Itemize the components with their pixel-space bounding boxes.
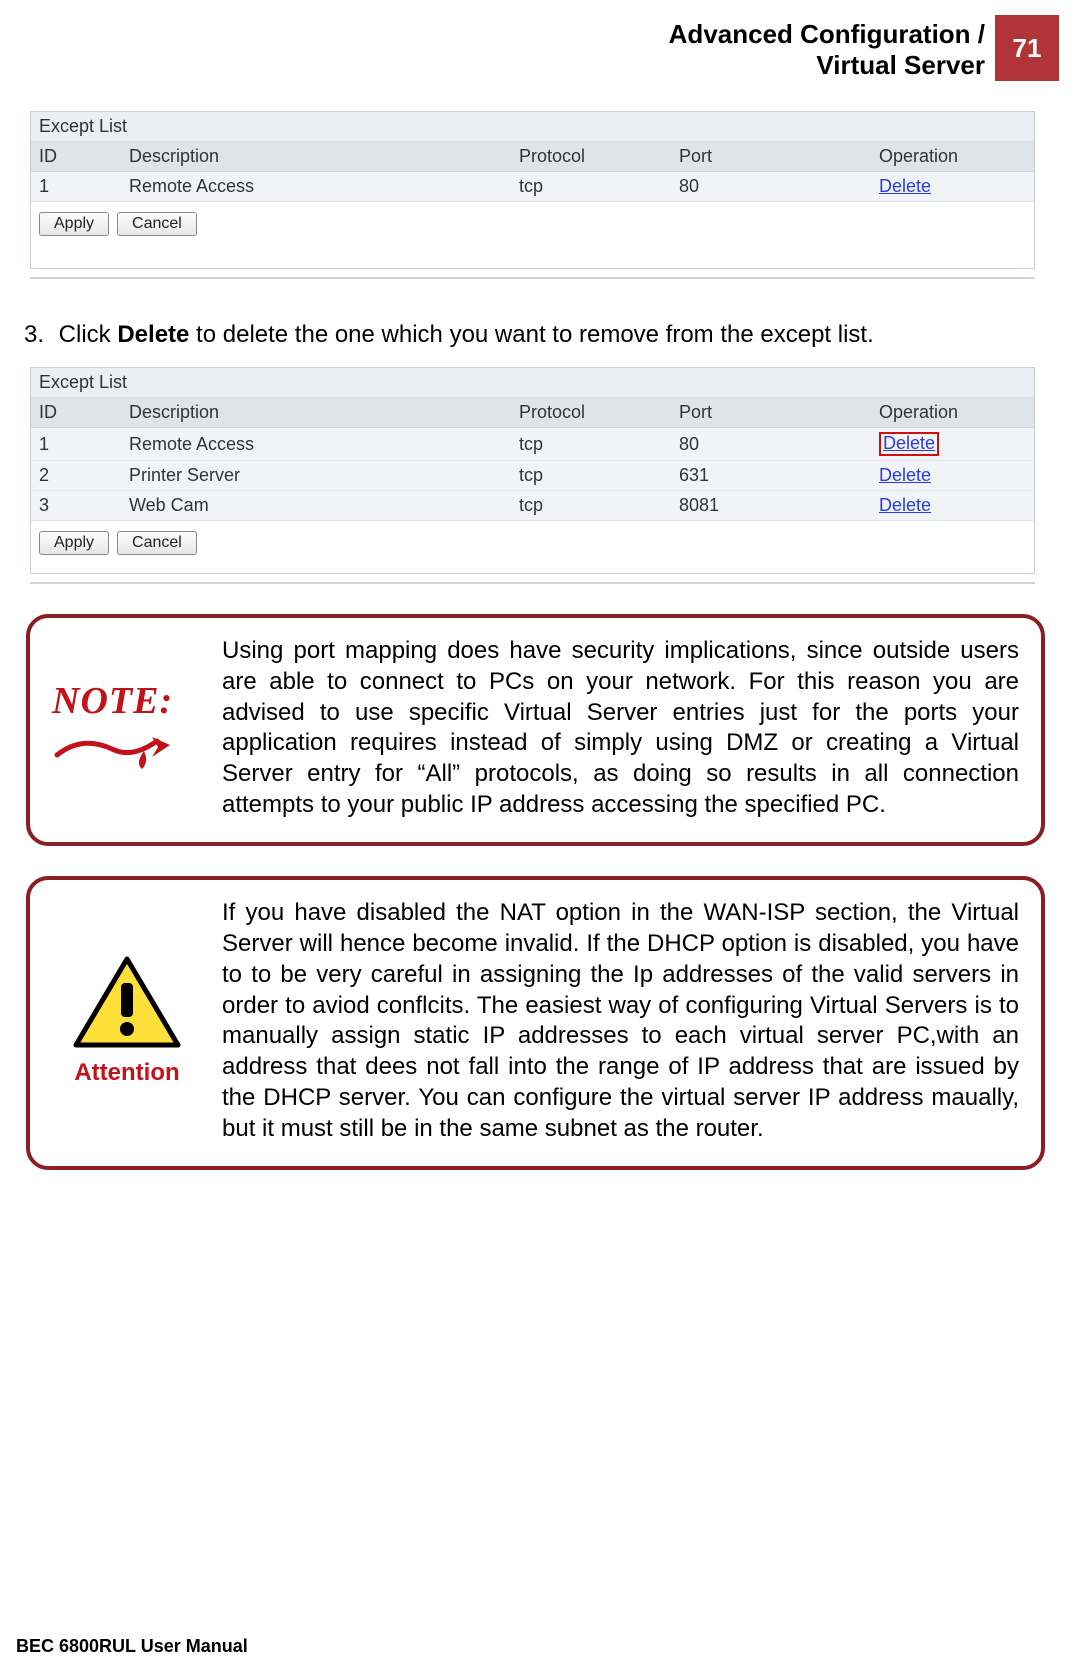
- col-port-header: Port: [671, 142, 871, 172]
- page-number-box: 71: [995, 15, 1059, 81]
- step-text-suffix: to delete the one which you want to remo…: [189, 321, 873, 348]
- delete-link[interactable]: Delete: [879, 495, 931, 515]
- cell-id: 1: [31, 172, 121, 202]
- warning-triangle-icon: [72, 955, 182, 1050]
- col-desc-header: Description: [121, 142, 511, 172]
- except-list-title: Except List: [31, 368, 1034, 398]
- attention-icon: Attention: [52, 955, 202, 1087]
- cell-id: 3: [31, 491, 121, 521]
- table-row: 1 Remote Access tcp 80 Delete: [31, 172, 1034, 202]
- header-title-line1: Advanced Configuration /: [669, 19, 985, 49]
- page-number: 71: [1013, 33, 1042, 64]
- delete-link[interactable]: Delete: [879, 176, 931, 196]
- step-3-instruction: 3. Click Delete to delete the one which …: [12, 321, 1059, 349]
- cell-id: 1: [31, 428, 121, 461]
- divider: [30, 277, 1035, 279]
- except-list-table-1: ID Description Protocol Port Operation 1…: [31, 142, 1034, 202]
- button-row: Apply Cancel: [31, 521, 1034, 557]
- cell-id: 2: [31, 461, 121, 491]
- cell-proto: tcp: [511, 172, 671, 202]
- cell-proto: tcp: [511, 461, 671, 491]
- note-hand-icon: [52, 715, 182, 773]
- cell-port: 8081: [671, 491, 871, 521]
- cell-desc: Printer Server: [121, 461, 511, 491]
- except-list-panel-1: Except List ID Description Protocol Port…: [30, 111, 1035, 269]
- table-row: 1 Remote Access tcp 80 Delete: [31, 428, 1034, 461]
- except-list-panel-2: Except List ID Description Protocol Port…: [30, 367, 1035, 574]
- col-id-header: ID: [31, 142, 121, 172]
- col-port-header: Port: [671, 398, 871, 428]
- footer-text: BEC 6800RUL User Manual: [16, 1636, 248, 1657]
- note-icon: NOTE:: [52, 679, 202, 778]
- attention-text: If you have disabled the NAT option in t…: [222, 898, 1019, 1144]
- col-id-header: ID: [31, 398, 121, 428]
- table-header-row: ID Description Protocol Port Operation: [31, 142, 1034, 172]
- cell-proto: tcp: [511, 491, 671, 521]
- apply-button[interactable]: Apply: [39, 212, 109, 236]
- cell-desc: Remote Access: [121, 428, 511, 461]
- header-title-line2: Virtual Server: [816, 50, 985, 80]
- button-row: Apply Cancel: [31, 202, 1034, 238]
- delete-link-highlighted[interactable]: Delete: [879, 432, 939, 456]
- cell-desc: Remote Access: [121, 172, 511, 202]
- cell-desc: Web Cam: [121, 491, 511, 521]
- step-text-prefix: Click: [59, 321, 118, 348]
- note-callout: NOTE: Using port mapping does have secur…: [26, 614, 1045, 846]
- col-op-header: Operation: [871, 142, 1034, 172]
- col-desc-header: Description: [121, 398, 511, 428]
- step-text-bold: Delete: [117, 321, 189, 348]
- step-number: 3.: [12, 321, 44, 349]
- cell-port: 80: [671, 172, 871, 202]
- except-list-table-2: ID Description Protocol Port Operation 1…: [31, 398, 1034, 521]
- table-row: 2 Printer Server tcp 631 Delete: [31, 461, 1034, 491]
- header-title: Advanced Configuration / Virtual Server: [669, 15, 995, 81]
- col-proto-header: Protocol: [511, 398, 671, 428]
- table-header-row: ID Description Protocol Port Operation: [31, 398, 1034, 428]
- cell-port: 80: [671, 428, 871, 461]
- delete-link[interactable]: Delete: [879, 465, 931, 485]
- col-op-header: Operation: [871, 398, 1034, 428]
- page-header: Advanced Configuration / Virtual Server …: [12, 15, 1059, 81]
- attention-callout: Attention If you have disabled the NAT o…: [26, 876, 1045, 1170]
- note-text: Using port mapping does have security im…: [222, 636, 1019, 820]
- table-row: 3 Web Cam tcp 8081 Delete: [31, 491, 1034, 521]
- divider: [30, 582, 1035, 584]
- except-list-title: Except List: [31, 112, 1034, 142]
- attention-label: Attention: [52, 1059, 202, 1087]
- cell-proto: tcp: [511, 428, 671, 461]
- cancel-button[interactable]: Cancel: [117, 531, 197, 555]
- cancel-button[interactable]: Cancel: [117, 212, 197, 236]
- apply-button[interactable]: Apply: [39, 531, 109, 555]
- col-proto-header: Protocol: [511, 142, 671, 172]
- cell-port: 631: [671, 461, 871, 491]
